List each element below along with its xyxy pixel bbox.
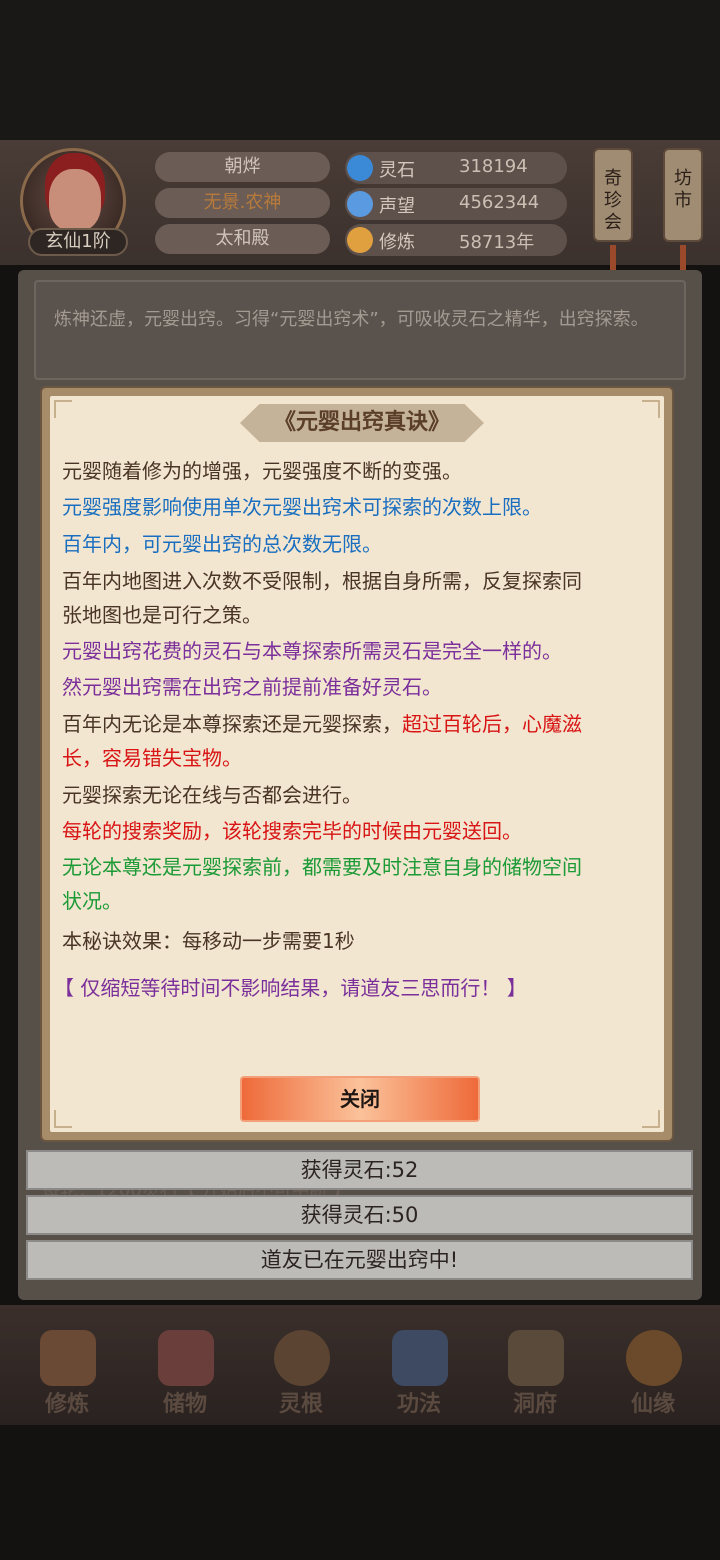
rule-3: 百年内，可元婴出窍的总次数无限。 <box>62 532 382 556</box>
storage-bag-icon <box>158 1330 214 1386</box>
player-title[interactable]: 无景.农神 <box>155 188 330 218</box>
nav-cave[interactable]: 洞府 <box>490 1330 580 1420</box>
spirit-root-icon <box>274 1330 330 1386</box>
nav-spirit-root[interactable]: 灵根 <box>256 1330 346 1420</box>
treasure-fair-button[interactable]: 奇 珍 会 <box>593 148 633 242</box>
nav-cultivate[interactable]: 修炼 <box>22 1330 112 1420</box>
rank-badge: 玄仙1阶 <box>28 228 128 256</box>
rule-2: 元婴强度影响使用单次元婴出窍术可探索的次数上限。 <box>62 495 542 519</box>
rule-10: 无论本尊还是元婴探索前，都需要及时注意自身的储物空间 状况。 <box>62 855 582 913</box>
nav-storage[interactable]: 储物 <box>140 1330 230 1420</box>
reputation-icon <box>347 191 373 217</box>
rule-11: 本秘诀效果：每移动一步需要1秒 <box>62 929 355 953</box>
modal-title: 《元婴出窍真诀》 <box>273 410 450 435</box>
player-hall: 太和殿 <box>155 224 330 254</box>
cave-dwelling-icon <box>508 1330 564 1386</box>
spirit-stone-icon <box>347 155 373 181</box>
rule-8: 元婴探索无论在线与否都会进行。 <box>62 783 362 807</box>
rule-9: 每轮的搜索奖励，该轮搜索完毕的时候由元婴送回。 <box>62 819 522 843</box>
rule-6: 然元婴出窍需在出窍之前提前准备好灵石。 <box>62 675 442 699</box>
resource-reputation: 声望 4562344 <box>345 188 567 220</box>
cultivation-icon <box>347 227 373 253</box>
rule-7: 百年内无论是本尊探索还是元婴探索，超过百轮后，心魔滋 长，容易错失宝物。 <box>62 712 582 770</box>
nav-technique[interactable]: 功法 <box>374 1330 464 1420</box>
fortune-gourd-icon <box>626 1330 682 1386</box>
tassel-decoration <box>610 245 616 271</box>
player-name: 朝烨 <box>155 152 330 182</box>
rule-5: 元婴出窍花费的灵石与本尊探索所需灵石是完全一样的。 <box>62 639 562 663</box>
toast-message: 获得灵石:50 <box>26 1195 693 1235</box>
corner-ornament <box>642 1110 660 1128</box>
cultivate-icon <box>40 1330 96 1386</box>
skill-description: 炼神还虚，元婴出窍。习得“元婴出窍术”，可吸收灵石之精华，出窍探索。 <box>34 280 686 380</box>
market-button[interactable]: 坊 市 <box>663 148 703 242</box>
resource-cultivation: 修炼 58713年 <box>345 224 567 256</box>
rule-1: 元婴随着修为的增强，元婴强度不断的变强。 <box>62 459 462 483</box>
nav-fortune[interactable]: 仙缘 <box>608 1330 698 1420</box>
warning-notice: 【 仅缩短等待时间不影响结果，请道友三思而行！ 】 <box>54 976 527 1000</box>
status-bar-area <box>0 0 720 140</box>
avatar-portrait-icon <box>49 169 101 231</box>
corner-ornament <box>54 1110 72 1128</box>
close-button[interactable]: 关闭 <box>240 1076 480 1122</box>
resource-spirit-stone: 灵石 318194 <box>345 152 567 184</box>
bottom-system-area <box>0 1425 720 1560</box>
tassel-decoration <box>680 245 686 271</box>
rule-4: 百年内地图进入次数不受限制，根据自身所需，反复探索同 张地图也是可行之策。 <box>62 569 582 627</box>
technique-book-icon <box>392 1330 448 1386</box>
corner-ornament <box>54 400 72 418</box>
toast-message: 道友已在元婴出窍中! <box>26 1240 693 1280</box>
corner-ornament <box>642 400 660 418</box>
toast-message: 获得灵石:52 <box>26 1150 693 1190</box>
